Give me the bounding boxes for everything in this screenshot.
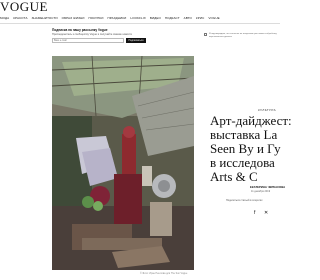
subscribe-button[interactable]: Подписаться — [126, 38, 146, 43]
vk-icon[interactable]: ✕ — [264, 210, 268, 216]
nav-item[interactable]: КРАСОТА — [13, 16, 27, 22]
subscribe-text: Присоединитесь к сообществу Vogue и полу… — [52, 33, 133, 36]
headline-line: Арт-дайджест: — [210, 113, 292, 128]
nav-item[interactable]: VOGUE — [208, 16, 219, 22]
article-author[interactable]: ЕКАТЕРИНА ЧЕРКАСОВА — [250, 185, 285, 189]
headline-line: в исследова — [210, 155, 275, 170]
article-headline: Арт-дайджест: выставка La Seen By и Гу в… — [210, 114, 292, 184]
article-date: 11 декабря 2019 — [251, 190, 271, 193]
subscribe-title: Подписка на нашу рассылку Vogue — [52, 28, 108, 32]
email-input[interactable] — [52, 38, 124, 43]
headline-line: Arts & C — [210, 169, 258, 184]
header-divider — [0, 23, 280, 24]
consent-checkbox[interactable] — [204, 33, 207, 36]
headline-line: Seen By и Гу — [210, 141, 281, 156]
nav-item[interactable]: АВТО — [184, 16, 192, 22]
headline-line: выставка La — [210, 127, 278, 142]
nav-item[interactable]: МОДА — [0, 16, 9, 22]
article-hero-image — [52, 56, 194, 270]
article-rubric[interactable]: КУЛЬТУРА — [258, 108, 276, 112]
nav-item[interactable]: ВИДЕО — [150, 16, 161, 22]
facebook-icon[interactable]: f — [254, 210, 255, 216]
nav-item[interactable]: ОБРАЗ ЖИЗНИ — [62, 16, 85, 22]
share-label: Поделиться статьей в соцсетях — [226, 199, 263, 202]
nav-item[interactable]: LOOKFLIX — [130, 16, 145, 22]
vogue-logo[interactable]: VOGUE — [0, 0, 48, 13]
nav-item[interactable]: ЗНАМЕНИТОСТИ — [32, 16, 58, 22]
nav-item[interactable]: КРИС — [196, 16, 204, 22]
top-nav: МОДА КРАСОТА ЗНАМЕНИТОСТИ ОБРАЗ ЖИЗНИ ПО… — [0, 16, 280, 22]
photo-credit: © Фото: Ирэн Пештова для The Sun Vogue — [140, 272, 188, 275]
consent-text: Я подтверждаю, что согласен на получение… — [209, 33, 277, 38]
nav-item[interactable]: ПОКУПКИ — [89, 16, 104, 22]
nav-item[interactable]: ПОДКАСТ — [165, 16, 180, 22]
nav-item[interactable]: ПРАЗДНИКИ — [107, 16, 126, 22]
